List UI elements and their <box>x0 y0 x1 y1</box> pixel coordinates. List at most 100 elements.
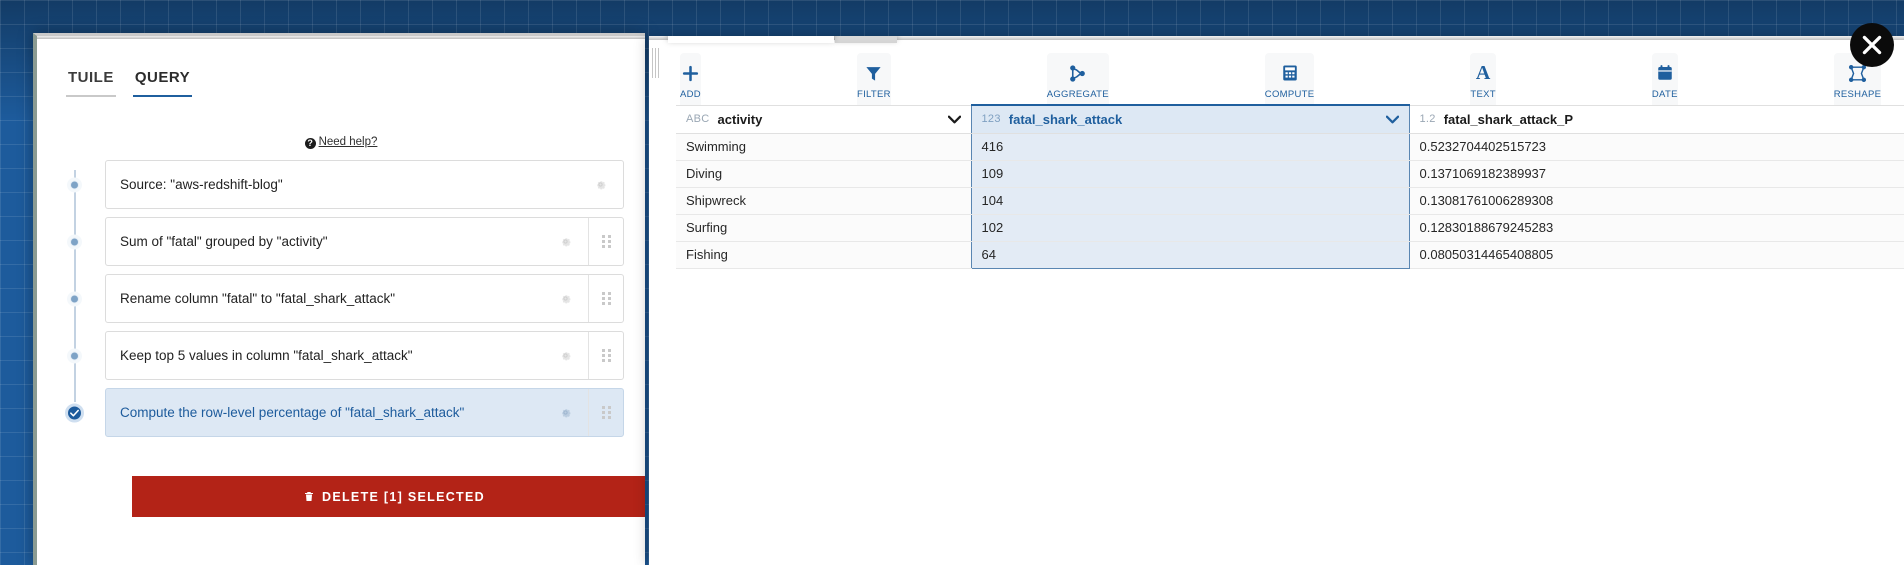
table-row[interactable]: Fishing 64 0.08050314465408805 <box>676 241 1904 269</box>
column-name: fatal_shark_attack <box>1008 111 1123 127</box>
step-row: Sum of "fatal" grouped by "activity" <box>37 217 645 266</box>
table-row[interactable]: Shipwreck 104 0.13081761006289308 <box>676 187 1904 215</box>
cell-activity: Fishing <box>676 241 971 269</box>
step-card-compute-percentage[interactable]: Compute the row-level percentage of "fat… <box>105 388 624 437</box>
step-gap <box>37 323 645 331</box>
panel-tabs: TUILE QUERY <box>66 69 193 97</box>
step-label: Source: "aws-redshift-blog" <box>120 177 283 192</box>
gear-icon[interactable] <box>542 235 588 248</box>
toolbar-reshape-label: RESHAPE <box>1833 89 1882 100</box>
cell-fatal-shark-attack-percentage: 0.08050314465408805 <box>1409 241 1904 269</box>
close-icon <box>1862 35 1882 55</box>
table-row[interactable]: Swimming 416 0.5232704402515723 <box>676 133 1904 161</box>
step-row: Source: "aws-redshift-blog" <box>37 160 645 209</box>
need-help-row: ? Need help? <box>37 136 645 149</box>
need-help-link[interactable]: Need help? <box>319 136 378 148</box>
step-card-source[interactable]: Source: "aws-redshift-blog" <box>105 160 624 209</box>
step-card-sum[interactable]: Sum of "fatal" grouped by "activity" <box>105 217 624 266</box>
cell-fatal-shark-attack-percentage: 0.1371069182389937 <box>1409 160 1904 188</box>
toolbar-aggregate-label: AGGREGATE <box>1046 89 1109 100</box>
chevron-down-icon[interactable] <box>947 112 961 127</box>
toolbar-text-button[interactable]: A TEXT <box>1470 53 1496 109</box>
column-name: activity <box>717 111 763 127</box>
step-label: Compute the row-level percentage of "fat… <box>120 405 465 420</box>
step-card-keep-top[interactable]: Keep top 5 values in column "fatal_shark… <box>105 331 624 380</box>
toolbar-text-label: TEXT <box>1470 89 1496 100</box>
panel-resize-handle[interactable] <box>652 48 661 78</box>
table-row[interactable]: Surfing 102 0.12830188679245283 <box>676 214 1904 242</box>
chevron-down-icon[interactable] <box>1385 112 1399 127</box>
new-tab-plus-icon[interactable]: + <box>835 36 897 43</box>
calendar-icon <box>1656 62 1674 84</box>
delete-button-label: DELETE [1] SELECTED <box>322 489 485 504</box>
table-row[interactable]: Diving 109 0.1371069182389937 <box>676 160 1904 188</box>
results-table: ABC activity 123 fatal_shark_attack 1.2 … <box>676 104 1904 269</box>
trash-icon <box>305 492 314 501</box>
query-steps-list: Source: "aws-redshift-blog" Sum of "fata… <box>37 160 645 437</box>
cell-fatal-shark-attack: 64 <box>970 241 1410 269</box>
tab-tuile[interactable]: TUILE <box>66 69 116 97</box>
step-gap <box>37 266 645 274</box>
step-label: Keep top 5 values in column "fatal_shark… <box>120 348 413 363</box>
cell-fatal-shark-attack: 104 <box>970 187 1410 215</box>
help-circle-icon: ? <box>304 138 316 149</box>
gear-icon[interactable] <box>542 406 588 419</box>
cell-activity: Swimming <box>676 133 971 161</box>
toolbar-filter-label: FILTER <box>856 89 891 100</box>
column-header-activity[interactable]: ABC activity <box>676 104 971 134</box>
column-header-fatal-shark-attack[interactable]: 123 fatal_shark_attack <box>970 104 1410 134</box>
cell-activity: Shipwreck <box>676 187 971 215</box>
column-header-fatal-shark-attack-percentage[interactable]: 1.2 fatal_shark_attack_P <box>1409 104 1904 134</box>
toolbar-date-button[interactable]: DATE <box>1651 53 1678 109</box>
step-label: Sum of "fatal" grouped by "activity" <box>120 234 328 249</box>
step-row: Rename column "fatal" to "fatal_shark_at… <box>37 274 645 323</box>
delete-selected-button[interactable]: DELETE [1] SELECTED <box>132 476 645 517</box>
drag-handle-icon[interactable] <box>588 332 623 379</box>
step-bullet[interactable] <box>67 348 82 363</box>
cell-fatal-shark-attack-percentage: 0.13081761006289308 <box>1409 187 1904 215</box>
cell-fatal-shark-attack-percentage: 0.12830188679245283 <box>1409 214 1904 242</box>
aggregate-icon <box>1068 62 1087 84</box>
drag-handle-icon[interactable] <box>588 389 623 436</box>
query-panel-window: TUILE QUERY ? Need help? Source: "aws-red… <box>33 33 645 565</box>
step-gap <box>37 209 645 217</box>
column-type-badge: 123 <box>981 113 1001 126</box>
step-bullet[interactable] <box>67 234 82 249</box>
cell-fatal-shark-attack: 416 <box>970 133 1410 161</box>
step-gap <box>37 380 645 388</box>
drag-handle-icon[interactable] <box>588 275 623 322</box>
step-bullet[interactable] <box>67 291 82 306</box>
plus-icon <box>681 62 700 84</box>
funnel-icon <box>864 62 883 84</box>
tab-query[interactable]: QUERY <box>132 69 193 97</box>
step-bullet[interactable] <box>67 177 82 192</box>
gear-icon[interactable] <box>542 349 588 362</box>
dataset-tab-my-dataset[interactable]: my_dataset <box>668 36 834 43</box>
column-name: fatal_shark_attack_P <box>1443 111 1574 127</box>
toolbar-date-label: DATE <box>1651 89 1678 100</box>
toolbar-compute-label: COMPUTE <box>1264 89 1315 100</box>
gear-icon[interactable] <box>577 178 623 191</box>
gear-icon[interactable] <box>542 292 588 305</box>
calculator-icon <box>1281 62 1299 84</box>
toolbar-compute-button[interactable]: COMPUTE <box>1264 53 1315 109</box>
toolbar-aggregate-button[interactable]: AGGREGATE <box>1047 53 1109 109</box>
toolbar-add-button[interactable]: ADD <box>680 53 701 109</box>
data-grid: ABC activity 123 fatal_shark_attack 1.2 … <box>676 104 1904 269</box>
step-row: Keep top 5 values in column "fatal_shark… <box>37 331 645 380</box>
close-button[interactable] <box>1850 23 1894 67</box>
step-label: Rename column "fatal" to "fatal_shark_at… <box>120 291 396 306</box>
letter-a-icon: A <box>1475 62 1491 84</box>
step-row: Compute the row-level percentage of "fat… <box>37 388 645 437</box>
toolbar-filter-button[interactable]: FILTER <box>856 53 891 109</box>
drag-handle-icon[interactable] <box>588 218 623 265</box>
column-type-badge: 1.2 <box>1419 113 1436 125</box>
cell-activity: Surfing <box>676 214 971 242</box>
step-bullet-checked[interactable] <box>65 403 84 422</box>
step-card-rename[interactable]: Rename column "fatal" to "fatal_shark_at… <box>105 274 624 323</box>
table-header-row: ABC activity 123 fatal_shark_attack 1.2 … <box>676 104 1904 134</box>
cell-fatal-shark-attack: 102 <box>970 214 1410 242</box>
toolbar-add-label: ADD <box>680 89 701 100</box>
column-type-badge: ABC <box>686 113 710 125</box>
cell-fatal-shark-attack: 109 <box>970 160 1410 188</box>
